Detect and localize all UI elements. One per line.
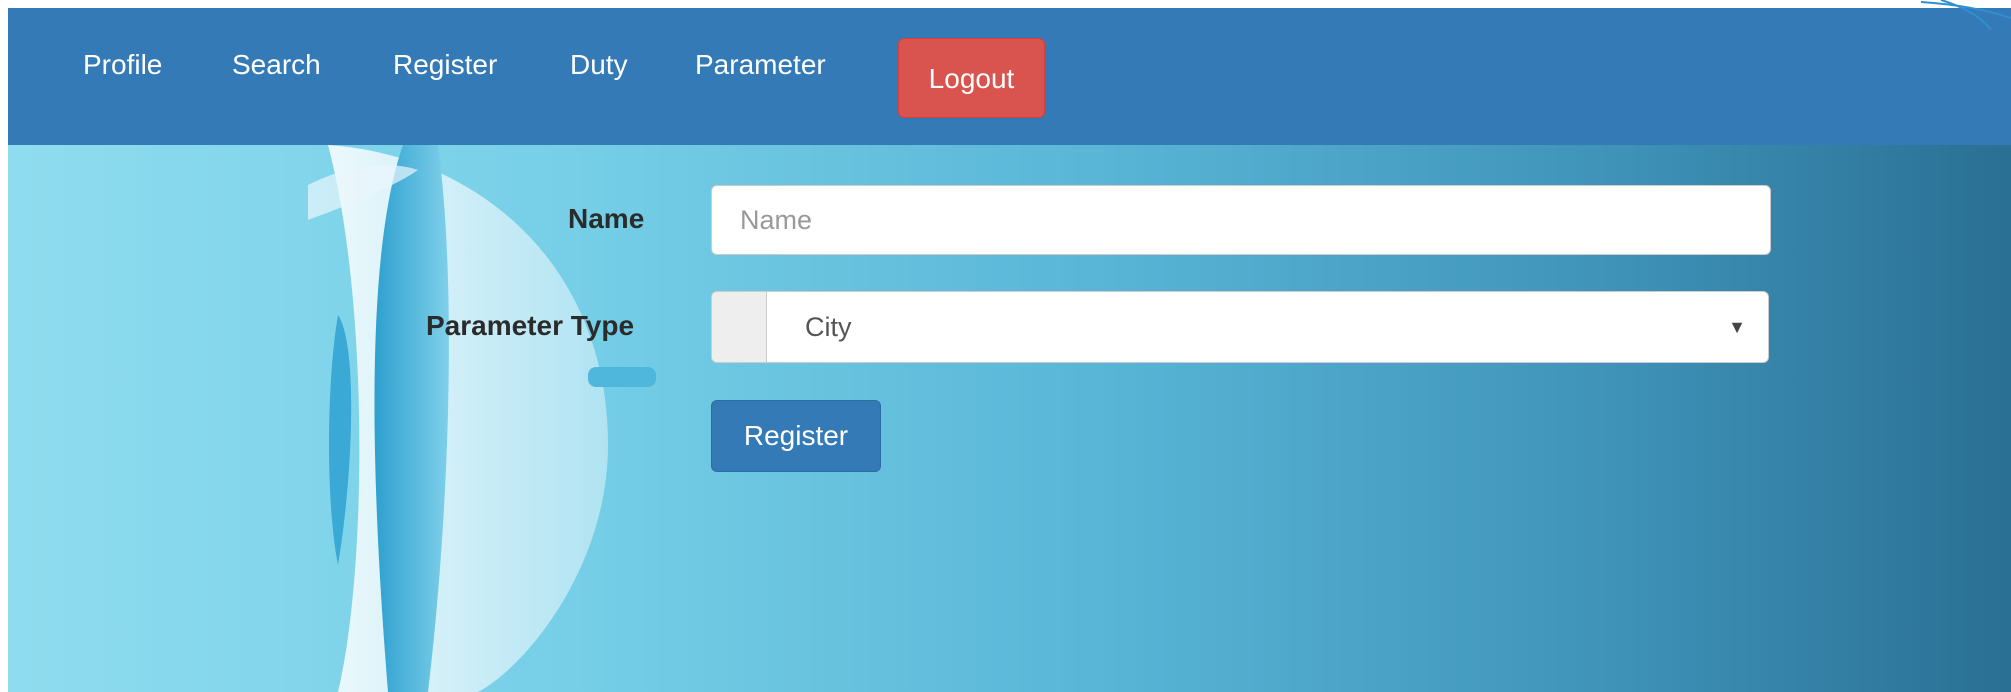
nav-search-link[interactable]: Search (232, 42, 321, 88)
corner-swoosh-graphic (1921, 0, 2011, 30)
caret-down-icon: ▼ (1728, 317, 1746, 337)
register-button[interactable]: Register (711, 400, 881, 472)
parameter-type-label: Parameter Type (426, 310, 635, 341)
logout-button[interactable]: Logout (898, 38, 1045, 118)
top-navbar: Profile Search Register Duty Parameter L… (8, 8, 2011, 145)
parameter-type-select[interactable]: City ▼ (711, 291, 1769, 363)
nav-profile-link[interactable]: Profile (83, 42, 162, 88)
name-label: Name (568, 203, 645, 234)
nav-register-link[interactable]: Register (393, 42, 497, 88)
page: Profile Search Register Duty Parameter L… (8, 0, 2011, 692)
parameter-type-selected-value: City (805, 312, 852, 342)
select-addon (712, 292, 767, 362)
hero-background: Name Parameter Type City ▼ Register (8, 145, 2011, 692)
nav-duty-link[interactable]: Duty (570, 42, 628, 88)
nav-parameter-link[interactable]: Parameter (695, 42, 826, 88)
name-input[interactable] (711, 185, 1771, 255)
